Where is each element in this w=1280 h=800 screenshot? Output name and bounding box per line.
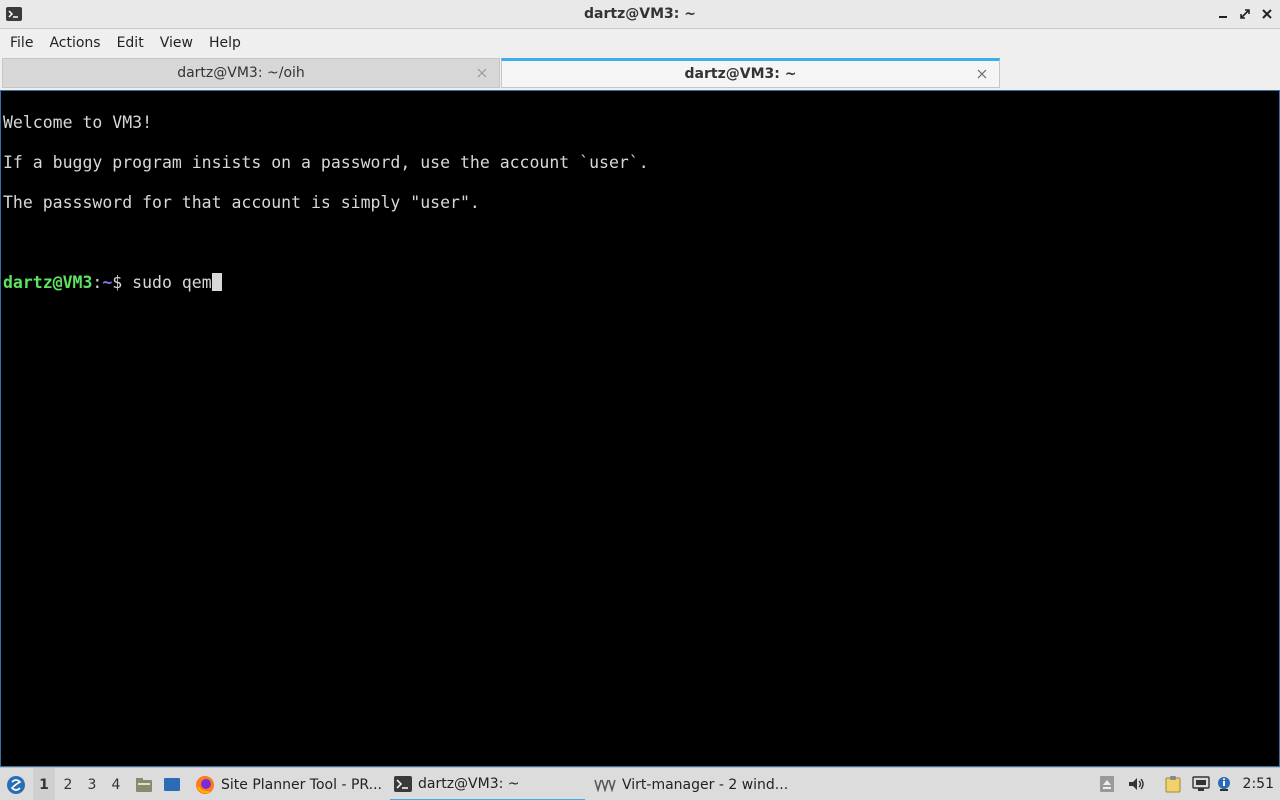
close-icon bbox=[477, 68, 487, 78]
tray-updates[interactable] bbox=[1097, 774, 1117, 794]
updates-icon bbox=[1100, 776, 1114, 792]
terminal-line: If a buggy program insists on a password… bbox=[3, 153, 649, 172]
volume-icon bbox=[1129, 778, 1144, 790]
menu-file[interactable]: File bbox=[2, 29, 41, 57]
maximize-button[interactable] bbox=[1236, 4, 1254, 24]
tab-oih[interactable]: dartz@VM3: ~/oih bbox=[2, 58, 500, 88]
terminal-line: The passsword for that account is simply… bbox=[3, 193, 480, 212]
taskbar-task-terminal[interactable]: dartz@VM3: ~ bbox=[390, 768, 585, 800]
minimize-icon bbox=[1219, 16, 1227, 18]
command-input[interactable]: sudo qem bbox=[132, 273, 211, 292]
file-manager-launcher[interactable] bbox=[133, 768, 155, 800]
task-label: Site Planner Tool - PR... bbox=[221, 776, 382, 793]
taskbar-task-virt-manager[interactable]: Virt-manager - 2 wind... bbox=[590, 768, 790, 800]
prompt-separator: : bbox=[92, 273, 103, 292]
clipboard-icon bbox=[1165, 776, 1181, 793]
close-button[interactable] bbox=[1258, 4, 1276, 24]
taskbar: 1 2 3 4 Site Planner Tool - PR... dartz@… bbox=[0, 767, 1280, 800]
network-icon bbox=[1192, 776, 1210, 791]
tray-network[interactable] bbox=[1190, 774, 1212, 794]
task-label: Virt-manager - 2 wind... bbox=[622, 776, 789, 793]
task-label: dartz@VM3: ~ bbox=[418, 775, 520, 792]
menu-actions[interactable]: Actions bbox=[41, 29, 108, 57]
desktop-4[interactable]: 4 bbox=[105, 768, 127, 800]
taskbar-task-site-planner[interactable]: Site Planner Tool - PR... bbox=[191, 768, 386, 800]
restore-icon bbox=[1240, 9, 1250, 19]
window-title: dartz@VM3: ~ bbox=[584, 6, 696, 22]
close-icon bbox=[977, 69, 987, 79]
desktop-icon bbox=[164, 777, 180, 791]
menu-edit[interactable]: Edit bbox=[109, 29, 152, 57]
close-icon bbox=[1262, 9, 1272, 19]
info-icon bbox=[1218, 777, 1230, 791]
prompt-symbol: $ bbox=[112, 273, 133, 292]
tray-volume[interactable] bbox=[1125, 774, 1147, 794]
text-cursor bbox=[211, 273, 222, 291]
tab-home[interactable]: dartz@VM3: ~ bbox=[501, 58, 1000, 88]
terminal-icon bbox=[394, 775, 412, 792]
menu-bar: File Actions Edit View Help bbox=[0, 29, 1280, 57]
tab-bar: dartz@VM3: ~/oih dartz@VM3: ~ bbox=[0, 57, 1280, 90]
clock[interactable]: 2:51 bbox=[1243, 776, 1274, 792]
title-bar: dartz@VM3: ~ bbox=[0, 0, 1280, 29]
start-menu-button[interactable] bbox=[4, 768, 28, 800]
tab-close-button[interactable] bbox=[975, 67, 989, 81]
desktop-1[interactable]: 1 bbox=[33, 768, 55, 800]
menu-help[interactable]: Help bbox=[201, 29, 249, 57]
prompt-user-host: dartz@VM3 bbox=[3, 273, 93, 292]
tab-label: dartz@VM3: ~ bbox=[684, 66, 797, 82]
start-menu-icon bbox=[7, 775, 25, 794]
tab-close-button[interactable] bbox=[475, 66, 489, 80]
desktop-2[interactable]: 2 bbox=[57, 768, 79, 800]
tray-notifications[interactable] bbox=[1216, 774, 1232, 794]
prompt-line: dartz@VM3:~$ sudo qem bbox=[3, 273, 1277, 293]
firefox-icon bbox=[196, 775, 214, 794]
virt-manager-icon bbox=[594, 779, 616, 792]
menu-view[interactable]: View bbox=[152, 29, 201, 57]
tray-clipboard[interactable] bbox=[1162, 774, 1184, 794]
prompt-path: ~ bbox=[102, 273, 113, 292]
desktop-3[interactable]: 3 bbox=[81, 768, 103, 800]
tab-label: dartz@VM3: ~/oih bbox=[177, 65, 305, 81]
minimize-button[interactable] bbox=[1214, 4, 1232, 24]
terminal-output[interactable]: Welcome to VM3! If a buggy program insis… bbox=[0, 90, 1280, 767]
folder-icon bbox=[136, 777, 152, 792]
window-controls bbox=[1214, 4, 1276, 24]
show-desktop-button[interactable] bbox=[161, 768, 183, 800]
terminal-line: Welcome to VM3! bbox=[3, 113, 153, 132]
